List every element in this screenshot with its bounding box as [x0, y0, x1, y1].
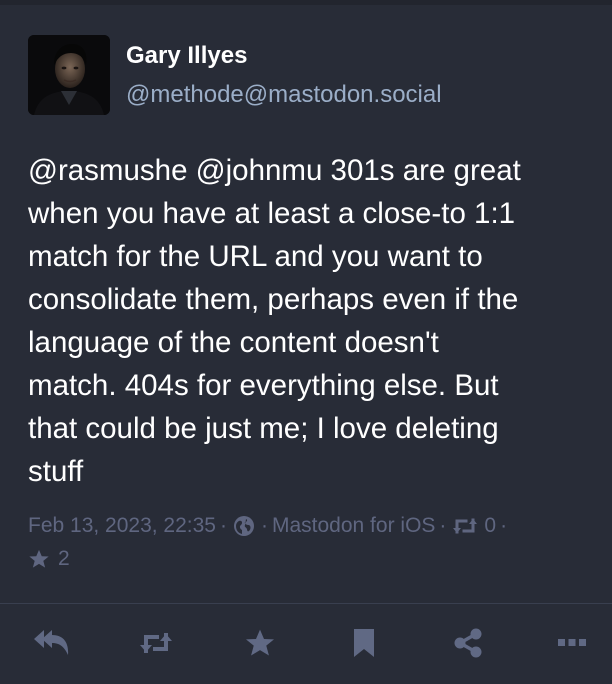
more-button[interactable] [552, 623, 592, 663]
author-handle[interactable]: @methode@mastodon.social [126, 80, 442, 110]
ellipsis-icon [558, 639, 586, 646]
application-link[interactable]: Mastodon for iOS [272, 509, 435, 543]
bookmark-icon [354, 629, 374, 657]
reply-all-button[interactable] [32, 623, 72, 663]
post-meta: Feb 13, 2023, 22:35 · · Mastodon for iOS… [28, 509, 511, 576]
top-divider [0, 0, 612, 5]
post-timestamp[interactable]: Feb 13, 2023, 22:35 [28, 509, 216, 543]
meta-separator: · [439, 514, 447, 537]
bookmark-button[interactable] [344, 623, 384, 663]
favourite-button[interactable] [240, 623, 280, 663]
share-button[interactable] [448, 623, 488, 663]
avatar[interactable] [28, 35, 110, 115]
post-content: @rasmushe @johnmu 301s are great when yo… [28, 154, 521, 488]
star-icon [28, 548, 50, 570]
action-bar-divider [0, 603, 612, 604]
meta-separator: · [220, 514, 227, 537]
meta-separator: · [261, 514, 268, 537]
profile-photo [28, 35, 110, 115]
retweet-icon [452, 516, 478, 536]
action-bar [0, 605, 612, 684]
globe-icon [233, 515, 255, 537]
share-icon [454, 628, 482, 658]
reply-all-icon [34, 630, 69, 655]
favourites-count[interactable]: 2 [58, 542, 70, 576]
reblogs-count[interactable]: 0 [484, 509, 496, 543]
boost-button[interactable] [136, 623, 176, 663]
meta-separator: · [500, 514, 508, 537]
star-icon [246, 629, 274, 656]
author-display-name[interactable]: Gary Illyes [126, 41, 247, 71]
retweet-icon [140, 633, 172, 653]
